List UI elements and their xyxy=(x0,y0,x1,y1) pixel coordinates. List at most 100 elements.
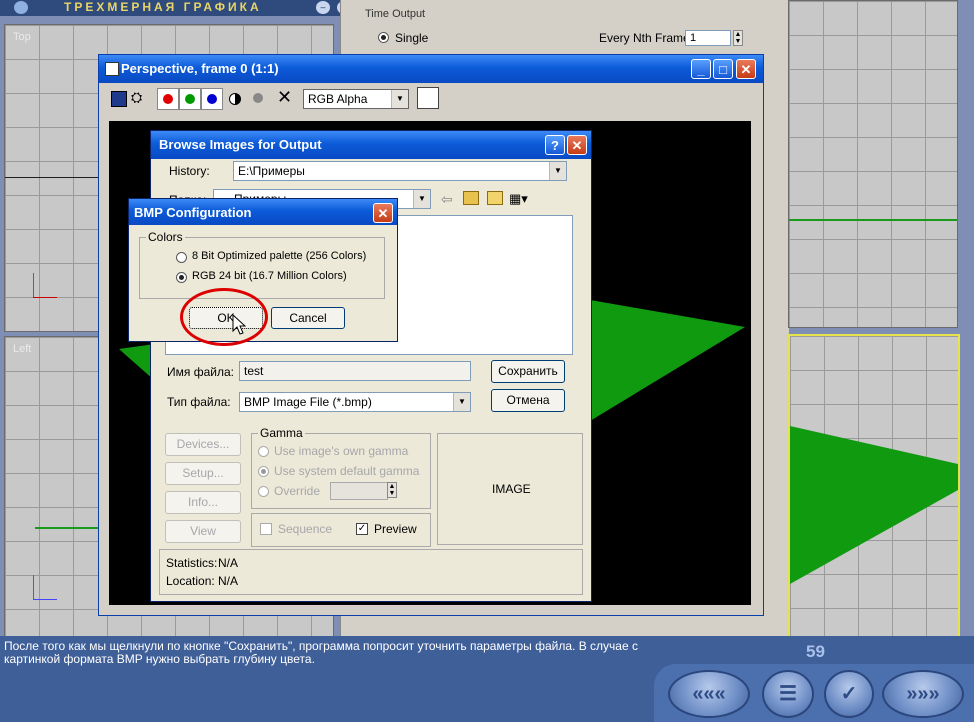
mono-icon[interactable] xyxy=(229,93,241,105)
single-radio[interactable] xyxy=(378,32,389,43)
image-preview-label: IMAGE xyxy=(492,482,531,496)
minimize-app-icon[interactable]: – xyxy=(316,1,330,14)
info-button[interactable]: Info... xyxy=(165,491,241,514)
image-preview-box: IMAGE xyxy=(437,433,583,545)
green-channel-button[interactable] xyxy=(179,88,201,110)
app-title-bar: ТРЕХМЕРНАЯ ГРАФИКА – ✕ xyxy=(0,0,360,16)
minimize-button[interactable]: _ xyxy=(691,59,711,79)
ok-highlight-circle xyxy=(180,288,268,346)
axis-gizmo-left xyxy=(29,575,59,605)
sequence-checkbox[interactable] xyxy=(260,523,272,535)
front-viewport[interactable] xyxy=(788,0,958,328)
filename-label: Имя файла: xyxy=(167,365,234,379)
sequence-label: Sequence xyxy=(278,522,333,536)
8bit-label: 8 Bit Optimized palette (256 Colors) xyxy=(192,250,367,262)
preview-label: Preview xyxy=(374,522,417,536)
view-menu-icon[interactable]: ▦▾ xyxy=(509,191,528,207)
every-nth-input[interactable]: 1 xyxy=(685,30,731,46)
history-chevron-icon: ▼ xyxy=(549,162,566,180)
cancel-button[interactable]: Отмена xyxy=(491,389,565,412)
footer-caption: После того как мы щелкнули по кнопке "Со… xyxy=(4,639,638,666)
front-ground-line xyxy=(789,219,957,221)
preview-checkbox[interactable]: ✓ xyxy=(356,523,368,535)
left-viewport-label: Left xyxy=(13,343,32,355)
location-label: Location: xyxy=(166,574,215,588)
gamma-legend: Gamma xyxy=(258,426,305,440)
setup-button[interactable]: Setup... xyxy=(165,462,241,485)
render-toolbar: ⛭ ✕ RGB Alpha ▼ xyxy=(107,85,755,115)
blue-channel-button[interactable] xyxy=(201,88,223,110)
every-nth-spinner[interactable]: ▲ ▼ xyxy=(733,30,743,46)
mouse-cursor-icon xyxy=(232,314,246,335)
browse-dialog-titlebar: Browse Images for Output ? ✕ xyxy=(151,131,591,159)
sequence-preview-group: Sequence ✓ Preview xyxy=(251,513,431,547)
axis-gizmo xyxy=(29,273,59,303)
app-title: ТРЕХМЕРНАЯ ГРАФИКА xyxy=(64,0,262,14)
gamma-override-input[interactable] xyxy=(330,482,388,500)
bmp-close-button[interactable]: ✕ xyxy=(373,203,393,223)
color-swatch[interactable] xyxy=(417,87,439,109)
gamma-group: Gamma Use image's own gamma Use system d… xyxy=(251,426,431,509)
new-folder-icon[interactable] xyxy=(487,191,503,205)
up-folder-icon[interactable] xyxy=(463,191,479,205)
colors-group: Colors 8 Bit Optimized palette (256 Colo… xyxy=(139,230,385,299)
devices-button[interactable]: Devices... xyxy=(165,433,241,456)
24bit-label: RGB 24 bit (16.7 Million Colors) xyxy=(192,270,347,282)
gamma-override-radio[interactable] xyxy=(258,486,269,497)
filetype-chevron-icon: ▼ xyxy=(453,393,470,411)
save-button[interactable]: Сохранить xyxy=(491,360,565,383)
statistics-label: Statistics: xyxy=(166,556,218,570)
history-value: E:\Примеры xyxy=(238,164,305,178)
top-viewport-label: Top xyxy=(13,31,31,43)
gamma-spinner[interactable]: ▲ ▼ xyxy=(387,482,397,498)
perspective-plane-small xyxy=(790,426,958,584)
perspective-viewport[interactable] xyxy=(788,334,960,640)
perspective-window-title: Perspective, frame 0 (1:1) xyxy=(121,61,279,76)
bmp-dialog-titlebar: BMP Configuration ✕ xyxy=(129,199,397,225)
channel-select[interactable]: RGB Alpha ▼ xyxy=(303,89,409,109)
check-nav-button[interactable]: ✓ xyxy=(824,670,874,718)
statistics-value: N/A xyxy=(218,556,239,570)
browse-close-button[interactable]: ✕ xyxy=(567,135,587,155)
statistics-group: Statistics: N/A Location: N/A xyxy=(159,549,583,595)
8bit-radio[interactable] xyxy=(176,252,187,263)
channel-select-value: RGB Alpha xyxy=(308,92,368,106)
filetype-combo[interactable]: BMP Image File (*.bmp) ▼ xyxy=(239,392,471,412)
menu-nav-button[interactable]: ☰ xyxy=(762,670,814,718)
window-icon xyxy=(105,62,119,76)
bmp-cancel-button[interactable]: Cancel xyxy=(271,307,345,329)
page-number: 59 xyxy=(806,642,825,661)
bmp-dialog-title: BMP Configuration xyxy=(134,205,252,220)
folder-chevron-icon: ▼ xyxy=(413,190,430,208)
gamma-default-label: Use system default gamma xyxy=(274,464,420,478)
view-button[interactable]: View xyxy=(165,520,241,543)
clone-icon[interactable]: ⛭ xyxy=(131,89,142,106)
location-value: N/A xyxy=(218,574,239,588)
browse-dialog-title: Browse Images for Output xyxy=(159,137,322,152)
filetype-value: BMP Image File (*.bmp) xyxy=(244,395,372,409)
single-label: Single xyxy=(395,31,429,45)
save-icon[interactable] xyxy=(111,91,127,107)
clear-icon[interactable]: ✕ xyxy=(277,87,292,108)
gamma-default-radio[interactable] xyxy=(258,466,269,477)
history-label: History: xyxy=(169,164,210,178)
close-button[interactable]: ✕ xyxy=(736,59,756,79)
back-nav-button[interactable]: ««« xyxy=(668,670,750,718)
filename-input[interactable]: test xyxy=(239,361,471,381)
red-channel-button[interactable] xyxy=(157,88,179,110)
gamma-own-label: Use image's own gamma xyxy=(274,444,409,458)
history-combo[interactable]: E:\Примеры ▼ xyxy=(233,161,567,181)
perspective-window-titlebar: Perspective, frame 0 (1:1) _ □ ✕ xyxy=(99,55,763,83)
app-icon xyxy=(14,1,28,14)
maximize-button[interactable]: □ xyxy=(713,59,733,79)
alpha-icon[interactable] xyxy=(253,93,263,103)
24bit-radio[interactable] xyxy=(176,272,187,283)
chevron-down-icon: ▼ xyxy=(391,90,408,108)
help-button[interactable]: ? xyxy=(545,135,565,155)
gamma-own-radio[interactable] xyxy=(258,446,269,457)
colors-legend: Colors xyxy=(146,230,185,244)
forward-nav-button[interactable]: »»» xyxy=(882,670,964,718)
gamma-override-label: Override xyxy=(274,484,321,498)
filetype-label: Тип файла: xyxy=(167,395,231,409)
back-icon[interactable]: ⇦ xyxy=(441,191,453,208)
